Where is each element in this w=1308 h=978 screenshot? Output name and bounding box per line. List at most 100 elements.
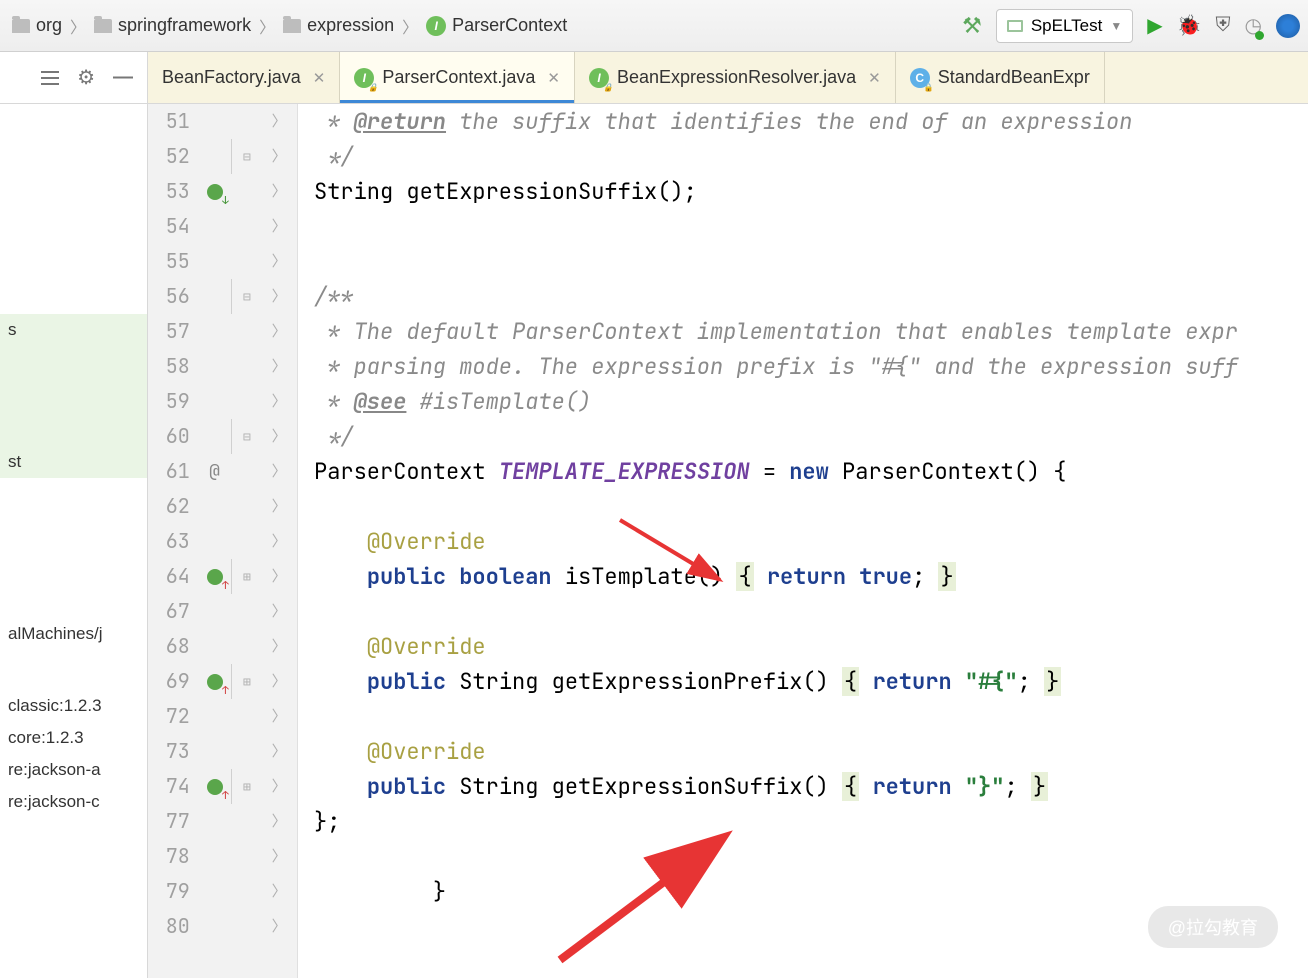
breadcrumb-file[interactable]: IParserContext (422, 13, 571, 38)
chevron-icon: 〉 (261, 769, 297, 804)
close-icon[interactable]: ✕ (313, 69, 326, 87)
main-area: s st alMachines/j classic:1.2.3 core:1.2… (0, 104, 1308, 978)
line-number: 77 (148, 804, 198, 839)
line-number: 53 (148, 174, 198, 209)
chevron-icon: 〉 (261, 874, 297, 909)
line-number: 57 (148, 314, 198, 349)
run-icon[interactable]: ▶ (1147, 13, 1162, 38)
line-number: 58 (148, 349, 198, 384)
interface-icon: I (354, 68, 374, 88)
folder-icon (283, 19, 301, 33)
chevron-icon: 〉 (261, 839, 297, 874)
main-toolbar: org 〉 springframework 〉 expression 〉 IPa… (0, 0, 1308, 52)
editor-tabs: BeanFactory.java ✕ I ParserContext.java … (148, 52, 1308, 103)
line-number: 55 (148, 244, 198, 279)
chevron-icon: 〉 (261, 454, 297, 489)
chevron-icon: 〉 (261, 699, 297, 734)
class-icon: C (910, 68, 930, 88)
line-number: 74 (148, 769, 198, 804)
tab-beanfactory[interactable]: BeanFactory.java ✕ (148, 52, 340, 103)
code-editor[interactable]: 51〉52⊟〉53↓〉54〉55〉56⊟〉57〉58〉59〉60⊟〉61@〉62… (148, 104, 1308, 978)
tab-parsercontext[interactable]: I ParserContext.java ✕ (340, 52, 575, 103)
debug-icon[interactable]: 🐞 (1177, 13, 1202, 38)
chevron-icon: 〉 (261, 629, 297, 664)
chevron-icon: 〉 (261, 139, 297, 174)
line-number: 60 (148, 419, 198, 454)
list-item[interactable]: core:1.2.3 (0, 722, 147, 754)
chevron-icon: 〉 (261, 804, 297, 839)
breadcrumbs: org 〉 springframework 〉 expression 〉 IPa… (8, 13, 571, 38)
tab-label: ParserContext.java (382, 67, 535, 88)
chevron-icon: 〉 (259, 14, 275, 38)
chevron-icon: 〉 (261, 909, 297, 944)
chevron-icon: 〉 (261, 664, 297, 699)
chevron-icon: 〉 (261, 384, 297, 419)
line-number: 69 (148, 664, 198, 699)
chevron-icon: 〉 (261, 594, 297, 629)
collapse-icon[interactable] (41, 71, 59, 85)
line-number: 80 (148, 909, 198, 944)
build-icon[interactable]: ⚒ (962, 13, 982, 39)
close-icon[interactable]: ✕ (547, 69, 560, 87)
list-item[interactable]: re:jackson-c (0, 786, 147, 818)
line-number: 62 (148, 489, 198, 524)
tab-label: BeanFactory.java (162, 67, 301, 88)
fold-icon[interactable]: ⊞ (231, 559, 261, 594)
list-item[interactable]: re:jackson-a (0, 754, 147, 786)
list-item[interactable]: s (0, 314, 147, 346)
gear-icon[interactable]: ⚙ (77, 65, 95, 90)
run-config-select[interactable]: SpELTest ▼ (996, 9, 1133, 43)
list-item[interactable]: alMachines/j (0, 618, 147, 650)
chevron-icon: 〉 (261, 209, 297, 244)
chevron-icon: 〉 (261, 734, 297, 769)
chevron-icon: 〉 (261, 559, 297, 594)
chevron-icon: 〉 (261, 489, 297, 524)
override-icon: ↑ (207, 569, 223, 585)
line-number: 51 (148, 104, 198, 139)
chevron-icon: 〉 (261, 419, 297, 454)
list-item[interactable]: st (0, 446, 147, 478)
close-icon[interactable]: ✕ (868, 69, 881, 87)
line-number: 61 (148, 454, 198, 489)
project-panel[interactable]: s st alMachines/j classic:1.2.3 core:1.2… (0, 104, 148, 978)
code-area[interactable]: * @return the suffix that identifies the… (298, 104, 1308, 978)
toolbar-actions: ⚒ SpELTest ▼ ▶ 🐞 ⛨ ◷ (962, 9, 1300, 43)
line-number: 54 (148, 209, 198, 244)
fold-icon[interactable]: ⊟ (231, 419, 261, 454)
tab-standardbeanexpr[interactable]: C StandardBeanExpr (896, 52, 1105, 103)
tab-label: StandardBeanExpr (938, 67, 1090, 88)
config-icon (1007, 20, 1023, 32)
breadcrumb-org[interactable]: org (8, 13, 66, 38)
line-number: 56 (148, 279, 198, 314)
tab-label: BeanExpressionResolver.java (617, 67, 856, 88)
profiler-icon[interactable]: ◷ (1245, 13, 1262, 38)
fold-icon[interactable]: ⊞ (231, 664, 261, 699)
override-icon: ↓ (207, 184, 223, 200)
chevron-icon: 〉 (261, 244, 297, 279)
folder-icon (94, 19, 112, 33)
gauge-icon[interactable] (1276, 14, 1300, 38)
interface-icon: I (589, 68, 609, 88)
breadcrumb-expression[interactable]: expression (279, 13, 398, 38)
fold-icon[interactable]: ⊞ (231, 769, 261, 804)
breadcrumb-springframework[interactable]: springframework (90, 13, 255, 38)
chevron-icon: 〉 (261, 349, 297, 384)
folder-icon (12, 19, 30, 33)
fold-icon[interactable]: ⊟ (231, 139, 261, 174)
watermark: @拉勾教育 (1148, 906, 1278, 948)
line-number: 68 (148, 629, 198, 664)
line-number: 78 (148, 839, 198, 874)
chevron-icon: 〉 (261, 279, 297, 314)
chevron-icon: 〉 (261, 314, 297, 349)
interface-icon: I (426, 16, 446, 36)
line-number: 64 (148, 559, 198, 594)
dropdown-icon: ▼ (1110, 19, 1122, 33)
minimize-icon[interactable]: — (113, 66, 133, 89)
list-item[interactable]: classic:1.2.3 (0, 690, 147, 722)
tab-beanexpressionresolver[interactable]: I BeanExpressionResolver.java ✕ (575, 52, 896, 103)
tab-bar-row: ⚙ — BeanFactory.java ✕ I ParserContext.j… (0, 52, 1308, 104)
coverage-icon[interactable]: ⛨ (1216, 14, 1231, 37)
chevron-icon: 〉 (261, 524, 297, 559)
fold-icon[interactable]: ⊟ (231, 279, 261, 314)
line-number: 73 (148, 734, 198, 769)
